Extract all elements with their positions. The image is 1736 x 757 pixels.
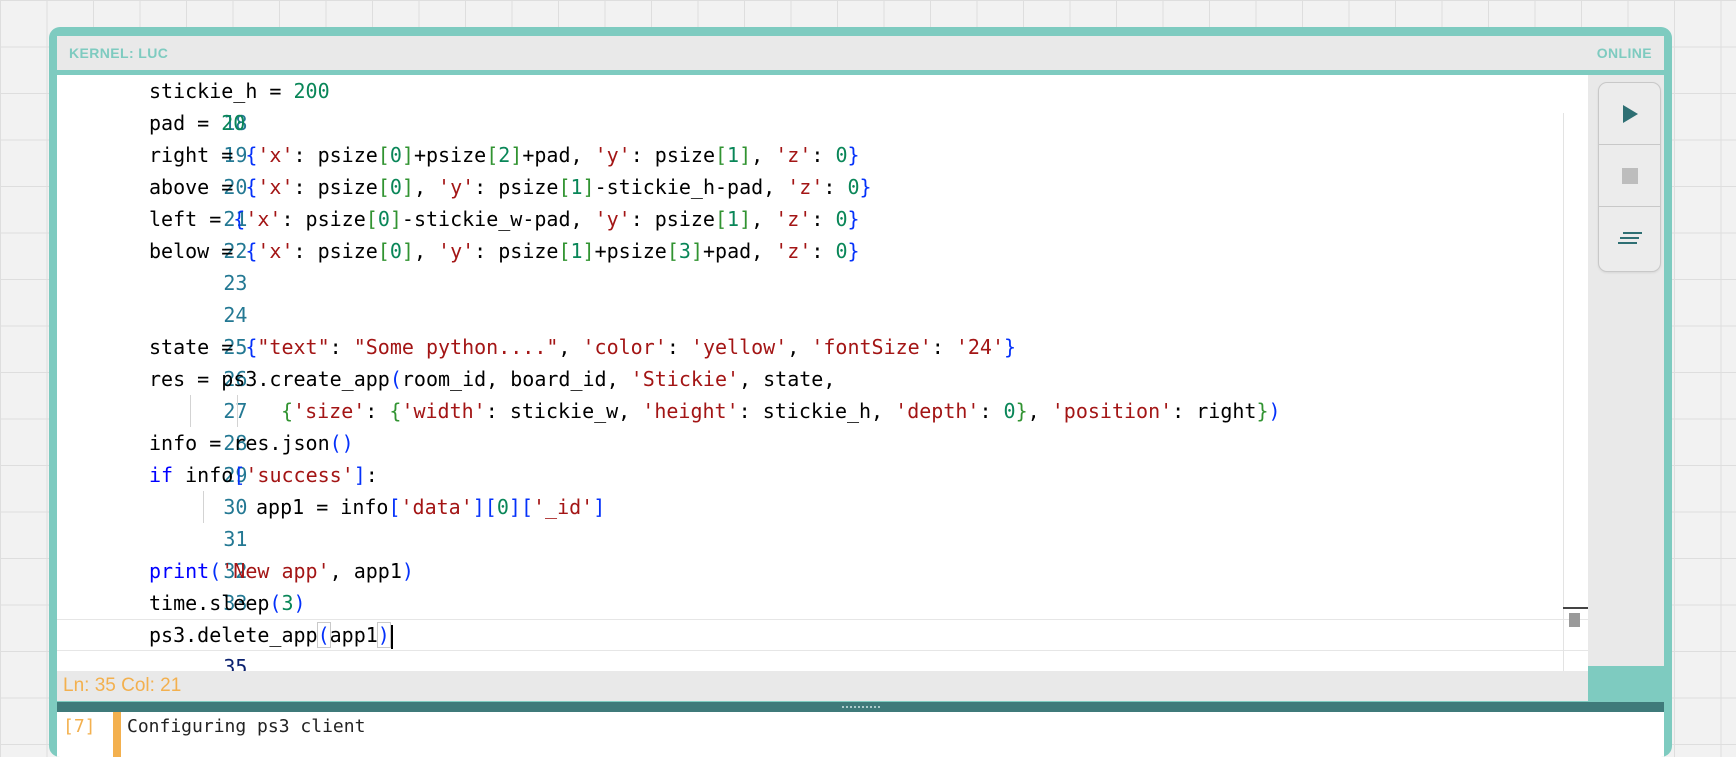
code-line[interactable]: 18 stickie_h = 200 (57, 75, 1588, 135)
code-line[interactable]: 23 below = {'x': psize[0], 'y': psize[1]… (57, 235, 1588, 295)
indent-guide (190, 395, 191, 427)
code-line[interactable]: 34 time.sleep(3) (57, 587, 1588, 647)
code-line[interactable]: 24 (57, 267, 1588, 327)
kernel-label: KERNEL: LUC (69, 45, 169, 61)
stop-button[interactable] (1599, 145, 1660, 207)
code-editor[interactable]: 18 stickie_h = 200 19 pad = 20 20 right … (57, 75, 1588, 672)
current-code-line[interactable]: 35 ps3.delete_app(app1) (57, 619, 1588, 672)
code-line[interactable]: 22 left = {'x': psize[0]-stickie_w-pad, … (57, 203, 1588, 263)
cursor-position: Ln: 35 Col: 21 (63, 675, 182, 696)
text-cursor (390, 624, 393, 649)
code-line[interactable]: 30 if info['success']: (57, 459, 1588, 519)
indent-guide (203, 491, 204, 523)
code-line[interactable]: 25 (57, 299, 1588, 359)
code-line[interactable]: 26 state = {"text": "Some python....", '… (57, 331, 1588, 391)
minimap-cursor-mark (1563, 607, 1588, 609)
run-button[interactable] (1599, 83, 1660, 145)
code-line[interactable]: 29 info = res.json() (57, 427, 1588, 487)
stop-icon (1621, 167, 1638, 184)
kernel-status: ONLINE (1596, 45, 1652, 61)
output-panel: [7] Configuring ps3 client (57, 712, 1664, 757)
code-line[interactable]: 31 app1 = info['data'][0]['_id'] (57, 491, 1588, 551)
kernel-header: KERNEL: LUC ONLINE (57, 36, 1664, 75)
format-button[interactable] (1599, 207, 1660, 269)
panel-resize-handle[interactable] (57, 702, 1664, 712)
output-marker (113, 712, 121, 757)
code-cell-window: KERNEL: LUC ONLINE 18 stickie_h = 200 19… (49, 27, 1672, 757)
cell-toolbar (1598, 82, 1661, 272)
code-line[interactable]: 21 above = {'x': psize[0], 'y': psize[1]… (57, 171, 1588, 231)
format-lines-icon (1617, 232, 1642, 244)
code-line[interactable]: 32 (57, 523, 1588, 583)
code-line[interactable]: 27 res = ps3.create_app(room_id, board_i… (57, 363, 1588, 423)
code-lines: 18 stickie_h = 200 19 pad = 20 20 right … (57, 75, 1588, 672)
code-line[interactable]: 36 (57, 651, 1588, 672)
code-line[interactable]: 28 {'size': {'width': stickie_w, 'height… (57, 395, 1588, 455)
play-icon (1622, 104, 1638, 123)
code-line[interactable]: 33 print('New app', app1) (57, 555, 1588, 615)
scrollbar-thumb[interactable] (1569, 613, 1580, 627)
editor-status-bar: Ln: 35 Col: 21 (57, 671, 1588, 701)
code-line[interactable]: 20 right = {'x': psize[0]+psize[2]+pad, … (57, 139, 1588, 199)
editor-area: 18 stickie_h = 200 19 pad = 20 20 right … (57, 75, 1664, 672)
indent-guide (237, 395, 238, 427)
vertical-scrollbar[interactable] (1563, 113, 1564, 672)
code-line[interactable]: 19 pad = 20 (57, 107, 1588, 167)
grip-icon (840, 705, 881, 709)
